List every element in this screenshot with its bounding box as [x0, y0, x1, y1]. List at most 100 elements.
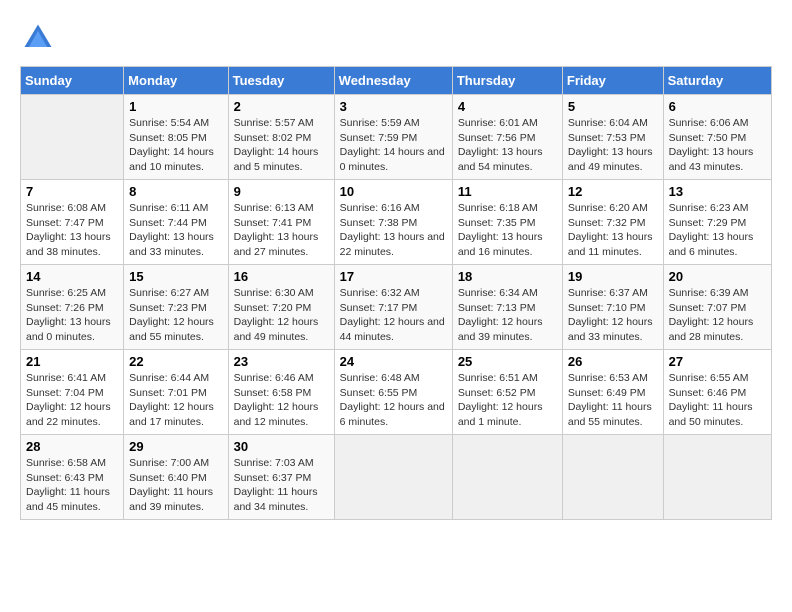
day-info: Sunrise: 6:04 AMSunset: 7:53 PMDaylight:…: [568, 116, 658, 175]
day-number: 12: [568, 184, 658, 199]
day-info: Sunrise: 6:37 AMSunset: 7:10 PMDaylight:…: [568, 286, 658, 345]
day-info: Sunrise: 6:51 AMSunset: 6:52 PMDaylight:…: [458, 371, 557, 430]
calendar-cell: 12 Sunrise: 6:20 AMSunset: 7:32 PMDaylig…: [562, 180, 663, 265]
logo-icon: [20, 20, 56, 56]
day-number: 11: [458, 184, 557, 199]
calendar-cell: 21 Sunrise: 6:41 AMSunset: 7:04 PMDaylig…: [21, 350, 124, 435]
day-number: 26: [568, 354, 658, 369]
day-number: 20: [669, 269, 766, 284]
calendar-week-row: 1 Sunrise: 5:54 AMSunset: 8:05 PMDayligh…: [21, 95, 772, 180]
day-number: 5: [568, 99, 658, 114]
calendar-cell: 18 Sunrise: 6:34 AMSunset: 7:13 PMDaylig…: [452, 265, 562, 350]
day-info: Sunrise: 6:41 AMSunset: 7:04 PMDaylight:…: [26, 371, 118, 430]
day-number: 18: [458, 269, 557, 284]
day-number: 22: [129, 354, 222, 369]
calendar-cell: 3 Sunrise: 5:59 AMSunset: 7:59 PMDayligh…: [334, 95, 452, 180]
weekday-header: Wednesday: [334, 67, 452, 95]
day-number: 9: [234, 184, 329, 199]
day-info: Sunrise: 6:27 AMSunset: 7:23 PMDaylight:…: [129, 286, 222, 345]
weekday-header: Monday: [124, 67, 228, 95]
day-info: Sunrise: 6:08 AMSunset: 7:47 PMDaylight:…: [26, 201, 118, 260]
day-number: 7: [26, 184, 118, 199]
day-info: Sunrise: 6:53 AMSunset: 6:49 PMDaylight:…: [568, 371, 658, 430]
day-info: Sunrise: 6:16 AMSunset: 7:38 PMDaylight:…: [340, 201, 447, 260]
calendar-cell: 5 Sunrise: 6:04 AMSunset: 7:53 PMDayligh…: [562, 95, 663, 180]
day-number: 8: [129, 184, 222, 199]
day-number: 30: [234, 439, 329, 454]
day-info: Sunrise: 6:48 AMSunset: 6:55 PMDaylight:…: [340, 371, 447, 430]
day-number: 24: [340, 354, 447, 369]
day-info: Sunrise: 6:34 AMSunset: 7:13 PMDaylight:…: [458, 286, 557, 345]
day-number: 2: [234, 99, 329, 114]
page-header: [20, 20, 772, 56]
day-info: Sunrise: 6:44 AMSunset: 7:01 PMDaylight:…: [129, 371, 222, 430]
calendar-cell: 27 Sunrise: 6:55 AMSunset: 6:46 PMDaylig…: [663, 350, 771, 435]
calendar-cell: 22 Sunrise: 6:44 AMSunset: 7:01 PMDaylig…: [124, 350, 228, 435]
calendar-cell: [663, 435, 771, 520]
day-number: 19: [568, 269, 658, 284]
calendar-cell: 29 Sunrise: 7:00 AMSunset: 6:40 PMDaylig…: [124, 435, 228, 520]
day-number: 3: [340, 99, 447, 114]
calendar-cell: 19 Sunrise: 6:37 AMSunset: 7:10 PMDaylig…: [562, 265, 663, 350]
calendar-cell: [334, 435, 452, 520]
weekday-header: Saturday: [663, 67, 771, 95]
logo: [20, 20, 62, 56]
day-number: 1: [129, 99, 222, 114]
day-info: Sunrise: 6:01 AMSunset: 7:56 PMDaylight:…: [458, 116, 557, 175]
calendar-cell: 17 Sunrise: 6:32 AMSunset: 7:17 PMDaylig…: [334, 265, 452, 350]
day-number: 27: [669, 354, 766, 369]
calendar-cell: [562, 435, 663, 520]
day-number: 14: [26, 269, 118, 284]
day-number: 15: [129, 269, 222, 284]
calendar-cell: [452, 435, 562, 520]
day-number: 28: [26, 439, 118, 454]
weekday-header-row: SundayMondayTuesdayWednesdayThursdayFrid…: [21, 67, 772, 95]
calendar-cell: 9 Sunrise: 6:13 AMSunset: 7:41 PMDayligh…: [228, 180, 334, 265]
day-info: Sunrise: 6:25 AMSunset: 7:26 PMDaylight:…: [26, 286, 118, 345]
day-info: Sunrise: 6:13 AMSunset: 7:41 PMDaylight:…: [234, 201, 329, 260]
calendar-cell: 16 Sunrise: 6:30 AMSunset: 7:20 PMDaylig…: [228, 265, 334, 350]
calendar-table: SundayMondayTuesdayWednesdayThursdayFrid…: [20, 66, 772, 520]
calendar-week-row: 14 Sunrise: 6:25 AMSunset: 7:26 PMDaylig…: [21, 265, 772, 350]
calendar-week-row: 21 Sunrise: 6:41 AMSunset: 7:04 PMDaylig…: [21, 350, 772, 435]
calendar-cell: 28 Sunrise: 6:58 AMSunset: 6:43 PMDaylig…: [21, 435, 124, 520]
calendar-cell: 25 Sunrise: 6:51 AMSunset: 6:52 PMDaylig…: [452, 350, 562, 435]
day-info: Sunrise: 6:55 AMSunset: 6:46 PMDaylight:…: [669, 371, 766, 430]
day-info: Sunrise: 6:30 AMSunset: 7:20 PMDaylight:…: [234, 286, 329, 345]
day-info: Sunrise: 6:20 AMSunset: 7:32 PMDaylight:…: [568, 201, 658, 260]
calendar-cell: 26 Sunrise: 6:53 AMSunset: 6:49 PMDaylig…: [562, 350, 663, 435]
calendar-cell: 13 Sunrise: 6:23 AMSunset: 7:29 PMDaylig…: [663, 180, 771, 265]
day-number: 17: [340, 269, 447, 284]
day-info: Sunrise: 6:11 AMSunset: 7:44 PMDaylight:…: [129, 201, 222, 260]
day-info: Sunrise: 6:18 AMSunset: 7:35 PMDaylight:…: [458, 201, 557, 260]
weekday-header: Thursday: [452, 67, 562, 95]
day-number: 23: [234, 354, 329, 369]
calendar-cell: 7 Sunrise: 6:08 AMSunset: 7:47 PMDayligh…: [21, 180, 124, 265]
weekday-header: Sunday: [21, 67, 124, 95]
day-info: Sunrise: 6:23 AMSunset: 7:29 PMDaylight:…: [669, 201, 766, 260]
calendar-cell: 15 Sunrise: 6:27 AMSunset: 7:23 PMDaylig…: [124, 265, 228, 350]
weekday-header: Friday: [562, 67, 663, 95]
day-number: 6: [669, 99, 766, 114]
day-info: Sunrise: 5:57 AMSunset: 8:02 PMDaylight:…: [234, 116, 329, 175]
day-info: Sunrise: 7:03 AMSunset: 6:37 PMDaylight:…: [234, 456, 329, 515]
day-info: Sunrise: 6:46 AMSunset: 6:58 PMDaylight:…: [234, 371, 329, 430]
day-number: 21: [26, 354, 118, 369]
calendar-cell: 4 Sunrise: 6:01 AMSunset: 7:56 PMDayligh…: [452, 95, 562, 180]
calendar-cell: 8 Sunrise: 6:11 AMSunset: 7:44 PMDayligh…: [124, 180, 228, 265]
calendar-cell: [21, 95, 124, 180]
calendar-cell: 23 Sunrise: 6:46 AMSunset: 6:58 PMDaylig…: [228, 350, 334, 435]
calendar-cell: 6 Sunrise: 6:06 AMSunset: 7:50 PMDayligh…: [663, 95, 771, 180]
day-info: Sunrise: 6:06 AMSunset: 7:50 PMDaylight:…: [669, 116, 766, 175]
day-number: 10: [340, 184, 447, 199]
day-number: 4: [458, 99, 557, 114]
weekday-header: Tuesday: [228, 67, 334, 95]
day-info: Sunrise: 6:32 AMSunset: 7:17 PMDaylight:…: [340, 286, 447, 345]
calendar-cell: 1 Sunrise: 5:54 AMSunset: 8:05 PMDayligh…: [124, 95, 228, 180]
day-info: Sunrise: 6:39 AMSunset: 7:07 PMDaylight:…: [669, 286, 766, 345]
day-number: 13: [669, 184, 766, 199]
calendar-cell: 20 Sunrise: 6:39 AMSunset: 7:07 PMDaylig…: [663, 265, 771, 350]
day-info: Sunrise: 6:58 AMSunset: 6:43 PMDaylight:…: [26, 456, 118, 515]
day-number: 16: [234, 269, 329, 284]
calendar-cell: 24 Sunrise: 6:48 AMSunset: 6:55 PMDaylig…: [334, 350, 452, 435]
